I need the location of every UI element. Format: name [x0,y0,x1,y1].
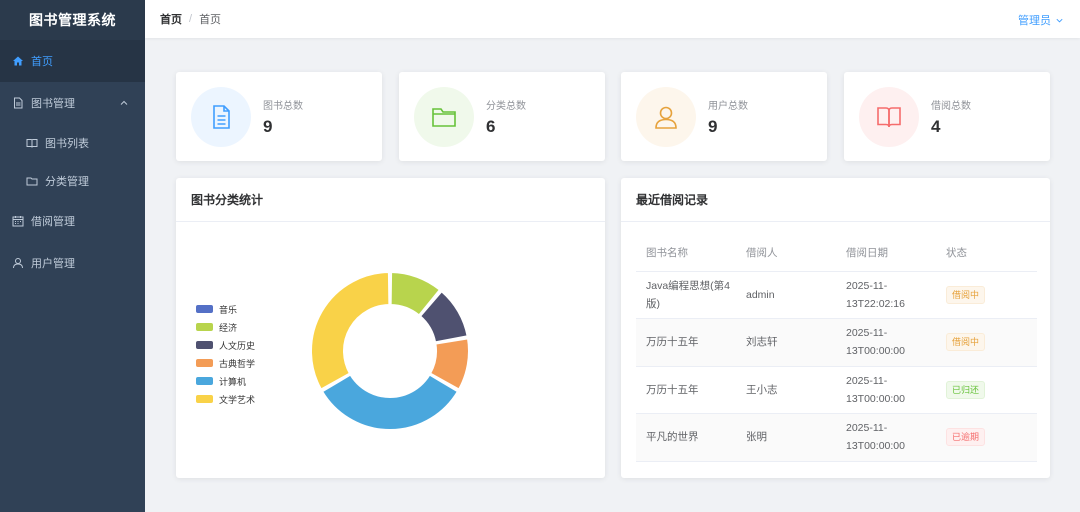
breadcrumb-home[interactable]: 首页 [160,11,182,27]
date-cell: 2025-11-13T00:00:00 [836,366,936,414]
sidebar: 图书管理系统 首页 图书管理 图书列表 分类管理 借阅管理 用户管理 [0,0,145,512]
stat-label: 借阅总数 [931,101,971,112]
user-name: 管理员 [1018,15,1051,27]
table-header-row: 图书名称 借阅人 借阅日期 状态 [636,234,1037,272]
home-icon [12,55,24,67]
borrower-cell: 张明 [736,413,836,462]
borrower-cell: 刘志轩 [736,318,836,367]
stat-label: 分类总数 [486,101,526,112]
donut-chart [310,271,470,431]
status-badge: 借阅中 [946,285,986,304]
book-name-cell: 万历十五年 [636,318,736,367]
sidebar-item-category-management[interactable]: 分类管理 [0,162,145,200]
sidebar-item-label: 首页 [31,56,53,68]
book-name-cell: Java编程思想(第4版) [636,271,736,319]
stat-card-categories: 分类总数 6 [399,72,605,161]
stat-label: 用户总数 [708,101,748,112]
folder-icon [414,87,474,147]
chevron-up-icon [119,98,129,108]
status-badge: 借阅中 [946,333,986,352]
user-dropdown[interactable]: 管理员 [1018,12,1064,28]
borrower-cell: 王小志 [736,366,836,414]
document-icon [12,97,24,109]
category-stats-panel: 图书分类统计 音乐 经济 人文历史 古典哲学 计算机 文学艺术 [176,178,605,478]
stat-card-borrows: 借阅总数 4 [844,72,1050,161]
sidebar-item-book-management[interactable]: 图书管理 [0,82,145,124]
stat-card-users: 用户总数 9 [621,72,827,161]
table-row: 万历十五年 刘志轩 2025-11-13T00:00:00 借阅中 [636,318,1037,367]
table-row: Java编程思想(第4版) admin 2025-11-13T22:02:16 … [636,271,1037,319]
stat-value: 9 [263,117,273,136]
sidebar-item-home[interactable]: 首页 [0,40,145,82]
book-name-cell: 平凡的世界 [636,413,736,462]
date-cell: 2025-11-13T22:02:16 [836,271,936,319]
folder-icon [26,175,38,187]
sidebar-item-label: 借阅管理 [31,216,75,228]
table-row: 平凡的世界 张明 2025-11-13T00:00:00 已逾期 [636,413,1037,462]
donut-slice[interactable] [321,373,459,431]
book-name-cell: 万历十五年 [636,366,736,414]
sidebar-item-book-list[interactable]: 图书列表 [0,124,145,162]
borrow-table: 图书名称 借阅人 借阅日期 状态 Java编程思想(第4版) admin 202… [636,234,1037,462]
breadcrumb-separator: / [189,13,193,25]
breadcrumb-current: 首页 [199,14,222,26]
stat-card-books: 图书总数 9 [176,72,382,161]
column-header: 状态 [936,234,1037,272]
stat-label: 图书总数 [263,101,303,112]
column-header: 借阅日期 [836,234,936,272]
sidebar-item-borrow-management[interactable]: 借阅管理 [0,200,145,242]
stat-value: 4 [931,117,941,136]
sidebar-item-user-management[interactable]: 用户管理 [0,242,145,284]
document-icon [191,87,251,147]
user-icon [12,257,24,269]
top-header: 首页 / 首页 管理员 [145,0,1080,38]
sidebar-item-label: 用户管理 [31,258,75,270]
chevron-down-icon [1056,18,1063,22]
breadcrumb: 首页 / 首页 [160,11,221,27]
column-header: 图书名称 [636,234,736,272]
column-header: 借阅人 [736,234,836,272]
donut-slice[interactable] [310,271,391,391]
stat-value: 6 [486,117,496,136]
date-cell: 2025-11-13T00:00:00 [836,318,936,367]
calendar-icon [12,215,24,227]
panel-title: 最近借阅记录 [621,178,1050,222]
sidebar-item-label: 分类管理 [45,176,89,188]
sidebar-item-label: 图书列表 [45,138,89,150]
app-title: 图书管理系统 [0,0,145,40]
status-badge: 已归还 [946,380,986,399]
sidebar-item-label: 图书管理 [31,98,75,110]
stat-value: 9 [708,117,718,136]
book-icon [26,137,38,149]
borrower-cell: admin [736,271,836,319]
table-row: 万历十五年 王小志 2025-11-13T00:00:00 已归还 [636,366,1037,414]
book-open-icon [859,87,919,147]
date-cell: 2025-11-13T00:00:00 [836,413,936,462]
user-icon [636,87,696,147]
recent-borrows-panel: 最近借阅记录 图书名称 借阅人 借阅日期 状态 Java编程思想(第4版) ad… [621,178,1050,478]
status-badge: 已逾期 [946,428,986,447]
